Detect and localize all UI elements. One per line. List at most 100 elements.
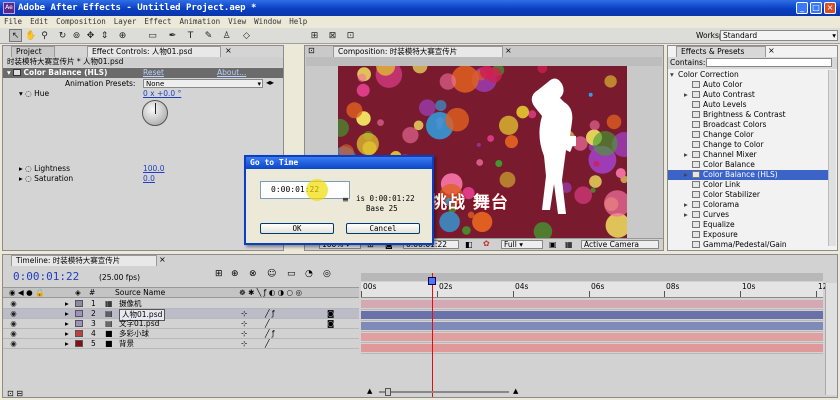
tab-effects-presets[interactable]: Effects & Presets xyxy=(676,46,766,57)
rectangle-mask-tool-icon[interactable]: ▭ xyxy=(146,29,159,42)
effect-item[interactable]: Color Balance xyxy=(668,160,828,170)
draft-3d-icon[interactable]: ⊗ xyxy=(249,269,257,279)
menu-effect[interactable]: Effect xyxy=(140,16,175,28)
effect-item[interactable]: ▸ Colorama xyxy=(668,200,828,210)
tab-project[interactable]: Project xyxy=(11,46,55,57)
close-button[interactable]: × xyxy=(824,2,836,14)
effect-item[interactable]: ▸ Auto Contrast xyxy=(668,90,828,100)
time-input[interactable]: 0:00:01:22 xyxy=(260,181,350,199)
preset-apply-icon[interactable]: ◂▸ xyxy=(266,78,274,87)
layer-row[interactable]: ◉ ▸ 4 ■ 多彩小球 ⊹ ╱ ƒ xyxy=(3,329,359,339)
hide-shy-layers-icon[interactable]: ☺ xyxy=(267,269,276,279)
expand-triangle-icon[interactable]: ▾ xyxy=(19,89,23,98)
effect-item[interactable]: Exposure xyxy=(668,230,828,240)
tab-composition[interactable]: Composition: 时装模特大赛宣传片 xyxy=(333,46,503,57)
close-tab-icon[interactable]: × xyxy=(505,46,512,55)
layer-row[interactable]: ◉ ▸ 5 ■ 背景 ⊹ ╱ xyxy=(3,339,359,349)
effect-item[interactable]: ▸ Channel Mixer xyxy=(668,150,828,160)
clone-stamp-tool-icon[interactable]: ♙ xyxy=(220,29,233,42)
lock-icon[interactable]: ⊡ xyxy=(308,46,315,55)
effect-item[interactable]: Color Stabilizer xyxy=(668,190,828,200)
brainstorm-icon[interactable]: ◎ xyxy=(323,269,331,279)
pen-tool-icon[interactable]: ✒ xyxy=(166,29,179,42)
eye-icon[interactable]: ◉ xyxy=(9,329,18,339)
pan-behind-tool-icon[interactable]: ⊕ xyxy=(116,29,129,42)
zoom-in-icon[interactable]: ▲ xyxy=(513,387,518,395)
eye-icon[interactable]: ◉ xyxy=(9,339,18,349)
effect-item[interactable]: ▸ Curves xyxy=(668,210,828,220)
menu-view[interactable]: View xyxy=(224,16,250,28)
hue-value[interactable]: 0 x +0.0 ° xyxy=(143,89,181,99)
effect-item[interactable]: ▸ Color Balance (HLS) xyxy=(668,170,828,180)
switch-icon[interactable]: ⊹ xyxy=(241,309,247,319)
eye-icon[interactable]: ◉ xyxy=(9,299,18,309)
expand-triangle-icon[interactable]: ▸ xyxy=(65,309,69,319)
timeline-timecode[interactable]: 0:00:01:22 xyxy=(13,270,79,283)
switch-icon[interactable]: ╱ ƒ xyxy=(265,329,275,339)
world-axis-icon[interactable]: ⊠ xyxy=(326,29,339,42)
live-update-icon[interactable]: ⊕ xyxy=(231,269,239,279)
orbit-camera-tool-icon[interactable]: ⊚ xyxy=(70,29,83,42)
zoom-tool-icon[interactable]: ⚲ xyxy=(38,29,51,42)
close-tab-icon[interactable]: × xyxy=(159,255,166,264)
type-tool-icon[interactable]: T xyxy=(184,29,197,42)
effect-item[interactable]: Auto Color xyxy=(668,80,828,90)
effect-item[interactable]: Auto Levels xyxy=(668,100,828,110)
switch-icon[interactable]: ╱ xyxy=(265,339,270,349)
switch-icon[interactable]: ⊹ xyxy=(241,339,247,349)
rotation-tool-icon[interactable]: ↻ xyxy=(56,29,69,42)
brush-tool-icon[interactable]: ✎ xyxy=(202,29,215,42)
cancel-button[interactable]: Cancel xyxy=(346,223,420,234)
region-of-interest-icon[interactable]: ▣ xyxy=(549,240,557,249)
expand-triangle-icon[interactable]: ▸ xyxy=(19,164,23,173)
current-time-indicator[interactable] xyxy=(432,273,433,397)
category-color-correction[interactable]: ▾ Color Correction xyxy=(668,70,828,80)
effect-item[interactable]: Change Color xyxy=(668,130,828,140)
label-color-swatch[interactable] xyxy=(75,300,83,307)
about-link[interactable]: About... xyxy=(217,68,246,77)
effect-item[interactable]: Broadcast Colors xyxy=(668,120,828,130)
timeline-zoom-slider[interactable]: ▲ ▲ xyxy=(367,387,537,396)
layer-duration-bar[interactable] xyxy=(361,300,823,308)
workspace-select[interactable]: Standard ▾ xyxy=(720,30,838,41)
layer-duration-bar[interactable] xyxy=(361,344,823,352)
label-color-swatch[interactable] xyxy=(75,340,83,347)
menu-edit[interactable]: Edit xyxy=(26,16,52,28)
switch-icon[interactable]: ⊹ xyxy=(241,329,247,339)
expand-triangle-icon[interactable]: ▸ xyxy=(19,174,23,183)
label-color-swatch[interactable] xyxy=(75,310,83,317)
layer-duration-bar[interactable] xyxy=(361,333,823,341)
comp-mini-flowchart-icon[interactable]: ⊞ xyxy=(215,269,223,279)
saturation-value[interactable]: 0.0 xyxy=(143,174,155,184)
view-axis-icon[interactable]: ⊡ xyxy=(344,29,357,42)
selection-tool-icon[interactable]: ↖ xyxy=(9,29,22,42)
lightness-value[interactable]: 100.0 xyxy=(143,164,164,174)
eye-icon[interactable]: ◉ xyxy=(9,309,18,319)
ok-button[interactable]: OK xyxy=(260,223,334,234)
transparency-grid-icon[interactable]: ▦ xyxy=(565,240,573,249)
minimize-button[interactable]: _ xyxy=(796,2,808,14)
layer-duration-bar[interactable] xyxy=(361,322,823,330)
switch-icon[interactable]: ╱ xyxy=(265,319,270,329)
hand-tool-icon[interactable]: ✋ xyxy=(24,29,37,42)
effects-scrollbar[interactable] xyxy=(828,70,836,246)
reset-link[interactable]: Reset xyxy=(143,68,164,77)
menu-window[interactable]: Window xyxy=(250,16,285,28)
axis-mode-icon[interactable]: ⊞ xyxy=(308,29,321,42)
camera-select[interactable]: Active Camera xyxy=(581,240,659,249)
close-tab-icon[interactable]: × xyxy=(768,46,775,55)
motion-blur-icon[interactable]: ◔ xyxy=(305,269,313,279)
menu-help[interactable]: Help xyxy=(285,16,311,28)
fx-toggle-icon[interactable] xyxy=(13,69,22,76)
close-tab-icon[interactable]: × xyxy=(225,46,232,55)
hue-dial[interactable] xyxy=(142,100,168,126)
layer-row[interactable]: ◉ ▸ 2 ▤ 人物01.psd ⊹ ╱ ƒ ◙ xyxy=(3,309,359,321)
switch-icon[interactable]: ⊹ xyxy=(241,319,247,329)
expand-triangle-icon[interactable]: ▸ xyxy=(65,329,69,339)
effect-item[interactable]: Equalize xyxy=(668,220,828,230)
layer-duration-bar[interactable] xyxy=(361,311,823,319)
track-xy-tool-icon[interactable]: ✥ xyxy=(84,29,97,42)
timeline-scrollbar[interactable] xyxy=(825,283,837,395)
toggle-switches-icon[interactable]: ⊡ ⊟ xyxy=(7,389,23,398)
layer-row[interactable]: ◉ ▸ 1 ▦ 摄像机 xyxy=(3,299,359,309)
